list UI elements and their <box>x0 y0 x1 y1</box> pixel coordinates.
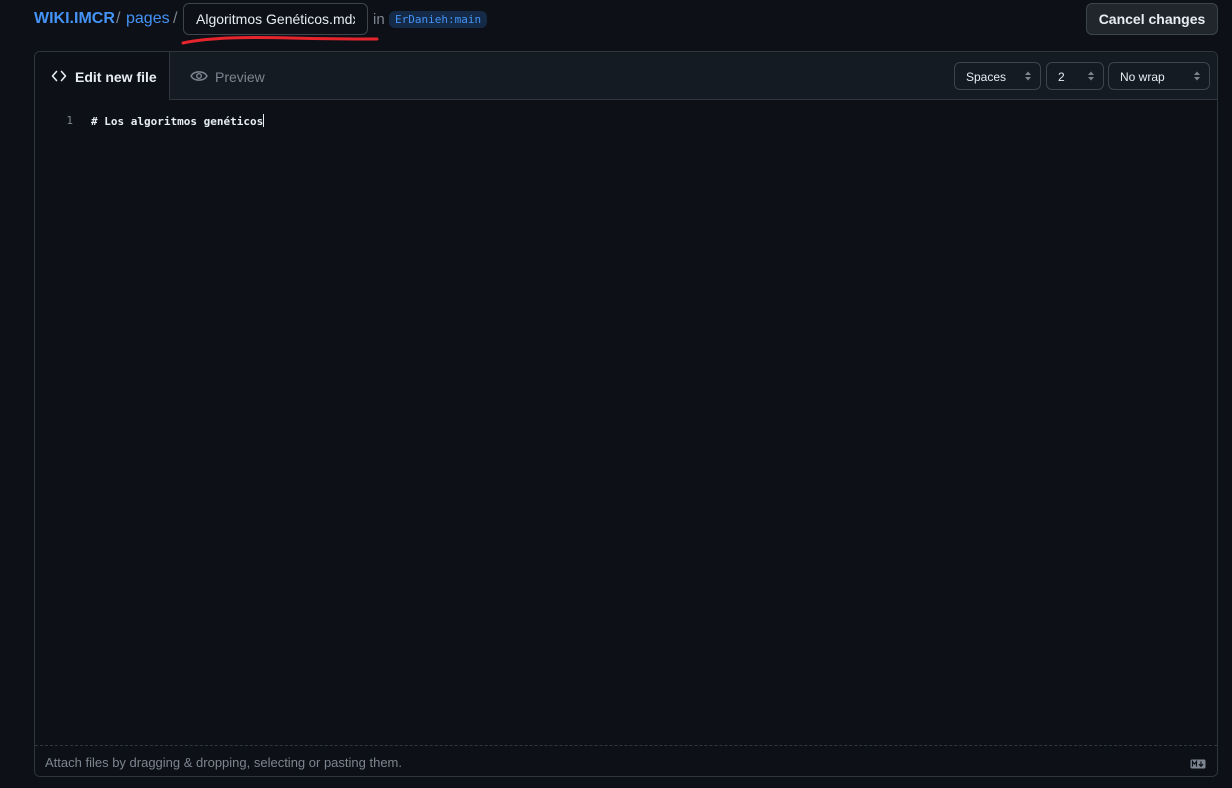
tab-edit-file[interactable]: Edit new file <box>35 52 170 100</box>
cancel-changes-button[interactable]: Cancel changes <box>1086 3 1218 35</box>
indent-mode-value: Spaces <box>966 70 1007 84</box>
red-annotation-underline <box>181 36 379 45</box>
wrap-mode-select[interactable]: No wrap <box>1108 62 1210 90</box>
code-editor[interactable]: 1 # Los algoritmos genéticos <box>35 100 1217 745</box>
tab-preview-label: Preview <box>215 69 265 85</box>
select-arrows-icon <box>1193 70 1201 85</box>
branch-prefix-label: in <box>373 11 385 28</box>
select-arrows-icon <box>1024 70 1032 85</box>
breadcrumb-folder-link[interactable]: pages <box>126 10 170 28</box>
wrap-mode-value: No wrap <box>1120 70 1165 84</box>
text-caret <box>263 114 265 127</box>
breadcrumb-separator: / <box>116 10 121 27</box>
line-number: 1 <box>66 114 73 127</box>
tab-edit-label: Edit new file <box>75 69 157 85</box>
tab-preview[interactable]: Preview <box>183 52 273 99</box>
breadcrumb-repo-link[interactable]: WIKI.IMCR <box>34 10 115 28</box>
indent-size-select[interactable]: 2 <box>1046 62 1104 90</box>
eye-icon <box>190 69 208 88</box>
file-editor-panel: Edit new file Preview Spaces 2 No wrap 1… <box>34 51 1218 777</box>
select-arrows-icon <box>1087 70 1095 85</box>
code-icon <box>51 68 67 89</box>
indent-size-value: 2 <box>1058 70 1065 84</box>
code-line-text: # Los algoritmos genéticos <box>91 115 264 128</box>
markdown-icon <box>1190 756 1206 774</box>
indent-mode-select[interactable]: Spaces <box>954 62 1041 90</box>
editor-header: Edit new file Preview Spaces 2 No wrap <box>35 52 1217 100</box>
code-line[interactable]: # Los algoritmos genéticos <box>91 114 265 128</box>
breadcrumb-separator: / <box>173 10 178 27</box>
branch-badge[interactable]: ErDanieh:main <box>389 11 488 28</box>
top-bar: WIKI.IMCR / pages / in ErDanieh:main Can… <box>0 0 1232 45</box>
attach-files-hint: Attach files by dragging & dropping, sel… <box>45 755 402 770</box>
attach-files-bar[interactable]: Attach files by dragging & dropping, sel… <box>35 745 1217 776</box>
filename-input[interactable] <box>183 3 368 35</box>
